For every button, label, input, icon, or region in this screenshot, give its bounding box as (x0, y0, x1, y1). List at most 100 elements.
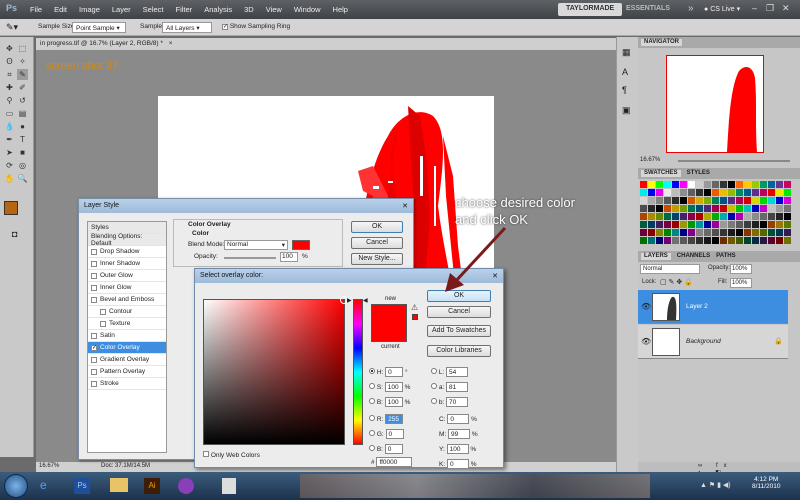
swatch[interactable] (688, 189, 695, 196)
swatch[interactable] (680, 229, 687, 236)
swatch[interactable] (648, 205, 655, 212)
swatch[interactable] (672, 213, 679, 220)
checkbox[interactable] (91, 296, 97, 303)
swatch[interactable] (640, 205, 647, 212)
checkbox[interactable] (91, 380, 97, 387)
tray-icons[interactable]: ▲ ⚑ ▮ ◀) (700, 481, 731, 489)
input-brightness[interactable]: 100 (384, 397, 403, 407)
swatch[interactable] (712, 221, 719, 228)
stamp-tool-icon[interactable]: ⚲ (4, 95, 15, 106)
input-blue[interactable]: 0 (384, 444, 403, 454)
swatch[interactable] (648, 197, 655, 204)
color-libraries-button[interactable]: Color Libraries (427, 345, 491, 357)
swatch[interactable] (752, 221, 759, 228)
3d-orbit-tool-icon[interactable]: ◎ (17, 160, 28, 171)
input-k[interactable]: 0 (446, 459, 469, 469)
swatch[interactable] (712, 205, 719, 212)
illustrator-taskbar-icon[interactable]: Ai (144, 478, 160, 494)
swatch[interactable] (704, 237, 711, 244)
color-field[interactable] (203, 296, 348, 445)
checkbox[interactable] (91, 272, 97, 279)
swatch[interactable] (728, 213, 735, 220)
layer-opacity-value[interactable]: 100% (730, 264, 752, 274)
warning-icon[interactable]: ⚠ (411, 303, 418, 312)
checkbox[interactable] (203, 451, 209, 457)
swatch[interactable] (664, 205, 671, 212)
radio-g[interactable] (369, 430, 375, 436)
swatch[interactable] (720, 197, 727, 204)
swatch[interactable] (744, 221, 751, 228)
lasso-tool-icon[interactable]: ʘ (4, 56, 15, 67)
swatch[interactable] (760, 205, 767, 212)
swatch[interactable] (760, 197, 767, 204)
close-icon[interactable]: ✕ (402, 202, 408, 210)
style-item-satin[interactable]: Satin (88, 330, 166, 342)
menu-select[interactable]: Select (143, 5, 164, 14)
swatch[interactable] (728, 181, 735, 188)
input-y[interactable]: 100 (446, 444, 469, 454)
swatch[interactable] (712, 213, 719, 220)
tab-layers[interactable]: LAYERS (641, 253, 671, 260)
gamut-swatch[interactable] (412, 314, 418, 320)
swatch[interactable] (752, 181, 759, 188)
swatch[interactable] (688, 197, 695, 204)
history-brush-icon[interactable]: ↺ (17, 95, 28, 106)
swatch[interactable] (728, 205, 735, 212)
swatch[interactable] (768, 213, 775, 220)
swatch[interactable] (736, 229, 743, 236)
swatch[interactable] (680, 181, 687, 188)
workspace-essentials[interactable]: ESSENTIALS (618, 3, 678, 16)
swatch[interactable] (680, 221, 687, 228)
swatch[interactable] (680, 189, 687, 196)
swatch[interactable] (752, 197, 759, 204)
navigator-zoom[interactable]: 16.67% (640, 157, 660, 163)
shape-tool-icon[interactable]: ■ (17, 147, 28, 158)
swatch[interactable] (656, 229, 663, 236)
tab-navigator[interactable]: NAVIGATOR (641, 39, 683, 46)
swatch[interactable] (672, 181, 679, 188)
workspace-taylormade[interactable]: TAYLORMADE (558, 3, 623, 16)
swatch[interactable] (776, 221, 783, 228)
swatch[interactable] (744, 205, 751, 212)
menu-layer[interactable]: Layer (112, 5, 131, 14)
swatch[interactable] (760, 189, 767, 196)
hue-slider-left-arrow-icon[interactable]: ▶ (347, 297, 352, 304)
checkbox[interactable] (100, 320, 106, 327)
hue-slider-right-arrow-icon[interactable]: ◀ (363, 297, 368, 304)
swatch[interactable] (664, 213, 671, 220)
swatch[interactable] (776, 197, 783, 204)
swatch[interactable] (688, 221, 695, 228)
style-item-stroke[interactable]: Stroke (88, 378, 166, 390)
radio-b[interactable] (431, 398, 437, 404)
swatch[interactable] (752, 237, 759, 244)
checkbox[interactable] (91, 284, 97, 291)
swatch[interactable] (784, 237, 791, 244)
swatch[interactable] (688, 237, 695, 244)
quick-select-tool-icon[interactable]: ✧ (17, 56, 28, 67)
minimize-icon[interactable]: – (752, 3, 757, 13)
eraser-tool-icon[interactable]: ▭ (4, 108, 15, 119)
actions-panel-icon[interactable]: A (622, 67, 628, 77)
hue-slider[interactable] (353, 299, 363, 445)
tab-swatches[interactable]: SWATCHES (641, 170, 681, 177)
style-item-pattern-overlay[interactable]: Pattern Overlay (88, 366, 166, 378)
swatch[interactable] (696, 197, 703, 204)
menu-window[interactable]: Window (294, 5, 321, 14)
swatch[interactable] (760, 229, 767, 236)
swatch[interactable] (720, 189, 727, 196)
add-to-swatches-button[interactable]: Add To Swatches (427, 325, 491, 337)
swatch[interactable] (648, 181, 655, 188)
swatch[interactable] (728, 221, 735, 228)
gradient-tool-icon[interactable]: ▤ (17, 108, 28, 119)
swatch[interactable] (744, 181, 751, 188)
tab-styles[interactable]: STYLES (687, 170, 710, 177)
opacity-slider[interactable] (224, 257, 276, 259)
radio-l[interactable] (431, 368, 437, 374)
swatch[interactable] (744, 189, 751, 196)
clock[interactable]: 4:12 PM 8/11/2010 (752, 476, 780, 490)
swatch[interactable] (688, 229, 695, 236)
menu-help[interactable]: Help (333, 5, 348, 14)
close-tab-icon[interactable]: × (169, 40, 173, 47)
input-l[interactable]: 54 (446, 367, 469, 377)
swatch[interactable] (752, 189, 759, 196)
